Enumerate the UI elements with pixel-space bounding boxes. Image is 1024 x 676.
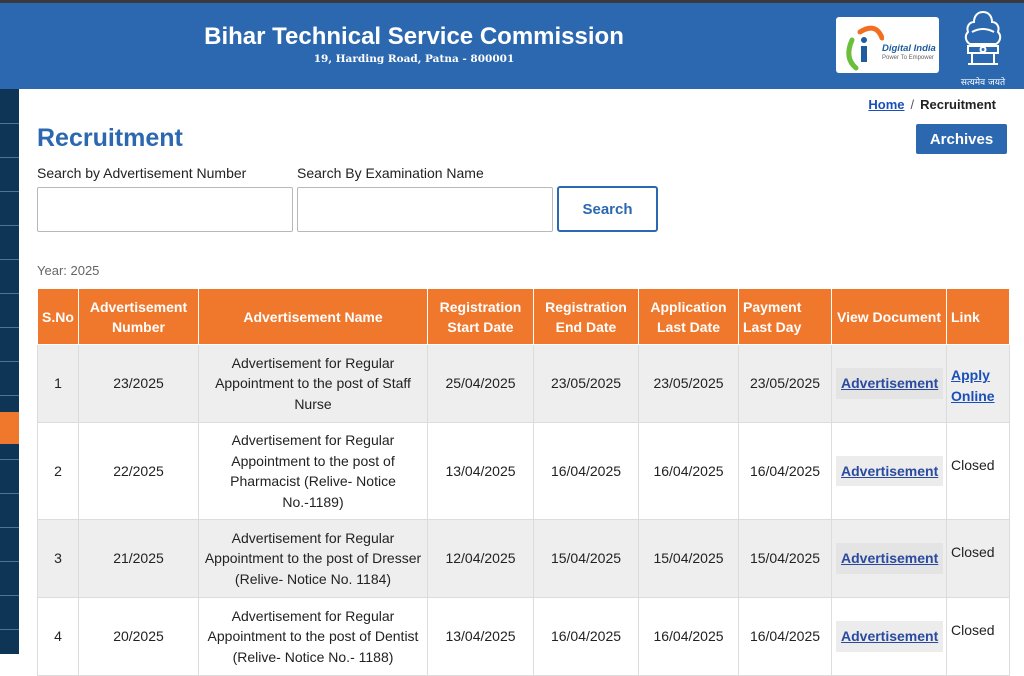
cell-reg-start: 13/04/2025 xyxy=(427,422,534,520)
cell-adv-number: 21/2025 xyxy=(78,519,199,598)
cell-view-doc: Advertisement xyxy=(831,597,947,676)
cell-adv-number: 22/2025 xyxy=(78,422,199,520)
page-title: Recruitment xyxy=(37,124,183,152)
sidebar-item-11[interactable] xyxy=(0,493,19,494)
sidebar-item-14[interactable] xyxy=(0,595,19,596)
digital-india-swoosh-icon xyxy=(846,25,884,71)
cell-app-last: 16/04/2025 xyxy=(638,597,739,676)
sidebar-item-1[interactable] xyxy=(0,123,19,124)
site-title: Bihar Technical Service Commission xyxy=(204,23,624,50)
table-header-row: S.No Advertisement Number Advertisement … xyxy=(37,288,1010,345)
sidebar-item-15[interactable] xyxy=(0,629,19,630)
cell-sno: 3 xyxy=(37,519,79,598)
cell-link: Apply Online xyxy=(946,344,1010,423)
breadcrumb: Home / Recruitment xyxy=(868,97,996,112)
col-header-pay-last: Payment Last Day xyxy=(738,288,832,345)
cell-adv-name: Advertisement for Regular Appointment to… xyxy=(198,519,428,598)
cell-pay-last: 16/04/2025 xyxy=(738,422,832,520)
col-header-adv-name: Advertisement Name xyxy=(198,288,428,345)
archives-button[interactable]: Archives xyxy=(916,124,1007,154)
sidebar-item-5[interactable] xyxy=(0,259,19,260)
left-sidebar-menu xyxy=(0,89,19,654)
advertisement-doc-link[interactable]: Advertisement xyxy=(836,621,944,652)
table-row: 4 20/2025 Advertisement for Regular Appo… xyxy=(37,597,1010,676)
col-header-sno: S.No xyxy=(37,288,79,345)
cell-view-doc: Advertisement xyxy=(831,519,947,598)
sidebar-item-2[interactable] xyxy=(0,157,19,158)
sidebar-item-10[interactable] xyxy=(0,459,19,460)
year-label: Year: 2025 xyxy=(37,263,100,278)
cell-reg-end: 23/05/2025 xyxy=(533,344,639,423)
site-header: Bihar Technical Service Commission 19, H… xyxy=(0,3,1024,89)
cell-reg-start: 12/04/2025 xyxy=(427,519,534,598)
sidebar-item-3[interactable] xyxy=(0,191,19,192)
cell-sno: 1 xyxy=(37,344,79,423)
cell-link-status: Closed xyxy=(946,519,1010,598)
apply-online-link[interactable]: Apply Online xyxy=(951,367,995,404)
col-header-view-doc: View Document xyxy=(831,288,947,345)
advertisement-doc-link[interactable]: Advertisement xyxy=(836,368,944,399)
sidebar-item-12[interactable] xyxy=(0,527,19,528)
digital-india-title: Digital India xyxy=(882,43,936,54)
col-header-adv-number: Advertisement Number xyxy=(78,288,199,345)
sidebar-item-active[interactable] xyxy=(0,412,19,444)
cell-adv-name: Advertisement for Regular Appointment to… xyxy=(198,344,428,423)
table-row: 3 21/2025 Advertisement for Regular Appo… xyxy=(37,519,1010,598)
cell-view-doc: Advertisement xyxy=(831,422,947,520)
cell-adv-name: Advertisement for Regular Appointment to… xyxy=(198,422,428,520)
cell-sno: 4 xyxy=(37,597,79,676)
sidebar-item-4[interactable] xyxy=(0,225,19,226)
cell-adv-number: 20/2025 xyxy=(78,597,199,676)
breadcrumb-current: Recruitment xyxy=(920,97,996,112)
advertisement-doc-link[interactable]: Advertisement xyxy=(836,543,944,574)
cell-reg-start: 25/04/2025 xyxy=(427,344,534,423)
advertisement-doc-link[interactable]: Advertisement xyxy=(836,455,944,487)
cell-adv-number: 23/2025 xyxy=(78,344,199,423)
site-address: 19, Harding Road, Patna - 800001 xyxy=(313,53,515,65)
ashoka-emblem-icon xyxy=(964,10,1002,65)
adv-number-input[interactable] xyxy=(37,187,293,232)
exam-name-input[interactable] xyxy=(297,187,553,232)
digital-india-logo[interactable]: Digital India Power To Empower xyxy=(836,17,939,73)
cell-app-last: 15/04/2025 xyxy=(638,519,739,598)
cell-app-last: 23/05/2025 xyxy=(638,344,739,423)
recruitment-table: S.No Advertisement Number Advertisement … xyxy=(37,288,1010,676)
sidebar-item-8[interactable] xyxy=(0,361,19,362)
digital-india-tagline: Power To Empower xyxy=(882,55,934,61)
cell-link-status: Closed xyxy=(946,422,1010,520)
cell-pay-last: 16/04/2025 xyxy=(738,597,832,676)
sidebar-item-7[interactable] xyxy=(0,327,19,328)
cell-pay-last: 15/04/2025 xyxy=(738,519,832,598)
emblem-motto: सत्यमेव जयते xyxy=(960,78,1006,88)
adv-number-label: Search by Advertisement Number xyxy=(37,165,247,181)
sidebar-item-6[interactable] xyxy=(0,293,19,294)
cell-reg-start: 13/04/2025 xyxy=(427,597,534,676)
table-row: 1 23/2025 Advertisement for Regular Appo… xyxy=(37,344,1010,423)
exam-name-label: Search By Examination Name xyxy=(297,165,484,181)
col-header-app-last: Application Last Date xyxy=(638,288,739,345)
sidebar-item-13[interactable] xyxy=(0,561,19,562)
cell-reg-end: 15/04/2025 xyxy=(533,519,639,598)
cell-reg-end: 16/04/2025 xyxy=(533,597,639,676)
cell-app-last: 16/04/2025 xyxy=(638,422,739,520)
search-button[interactable]: Search xyxy=(557,186,658,232)
cell-view-doc: Advertisement xyxy=(831,344,947,423)
cell-link-status: Closed xyxy=(946,597,1010,676)
breadcrumb-separator: / xyxy=(910,97,915,112)
national-emblem: सत्यमेव जयते xyxy=(952,8,1014,90)
cell-adv-name: Advertisement for Regular Appointment to… xyxy=(198,597,428,676)
cell-pay-last: 23/05/2025 xyxy=(738,344,832,423)
table-row: 2 22/2025 Advertisement for Regular Appo… xyxy=(37,422,1010,520)
cell-sno: 2 xyxy=(37,422,79,520)
sidebar-item-9[interactable] xyxy=(0,395,19,396)
col-header-reg-start: Registration Start Date xyxy=(427,288,534,345)
col-header-reg-end: Registration End Date xyxy=(533,288,639,345)
col-header-link: Link xyxy=(946,288,1010,345)
cell-reg-end: 16/04/2025 xyxy=(533,422,639,520)
breadcrumb-home-link[interactable]: Home xyxy=(868,97,904,112)
